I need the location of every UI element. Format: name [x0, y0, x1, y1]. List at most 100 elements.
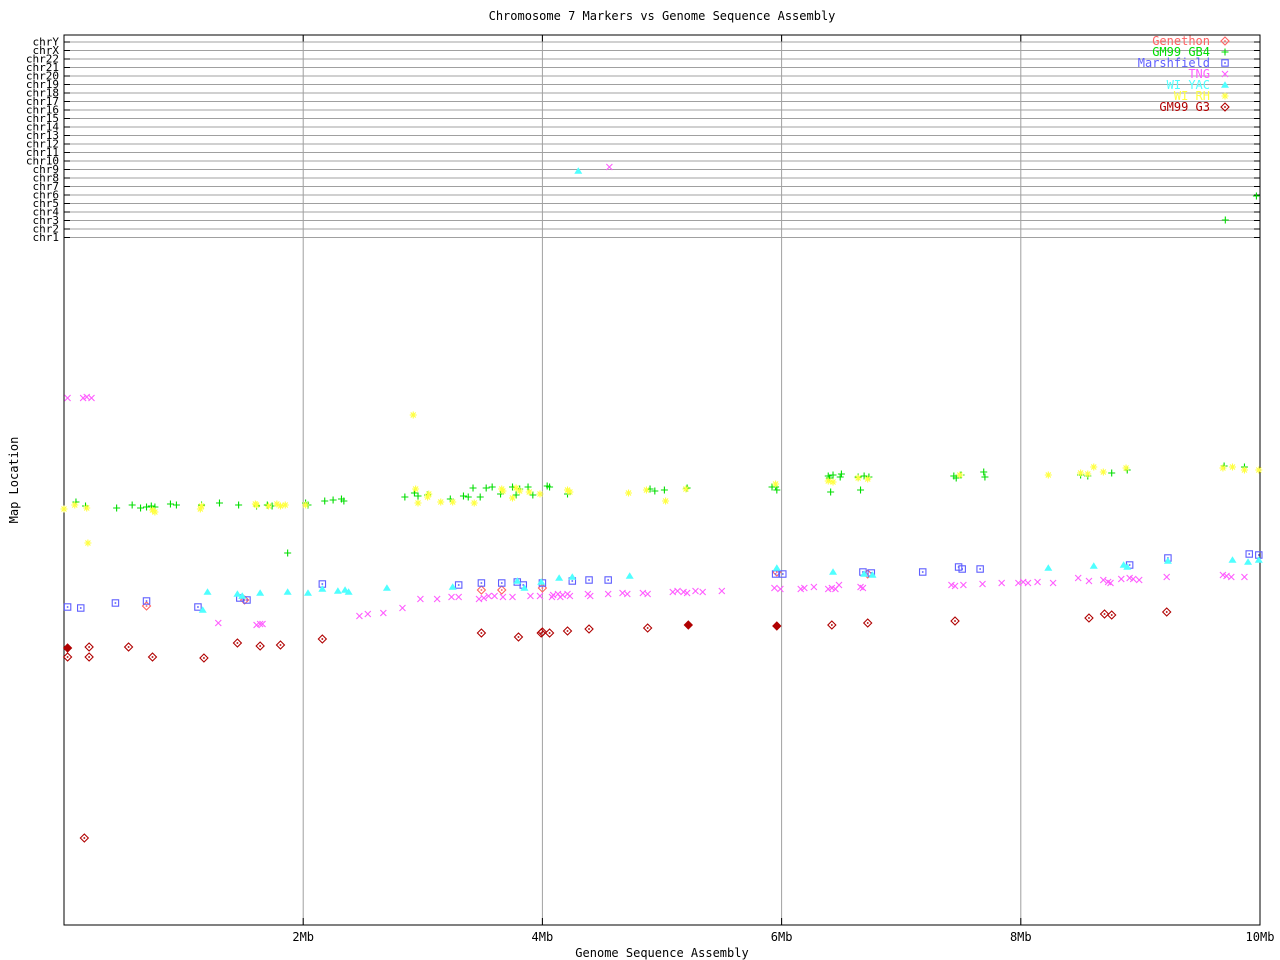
gm99-gb4-point — [172, 501, 180, 509]
wi-rh-point — [1219, 464, 1227, 472]
genethon-point — [496, 585, 507, 595]
wi-rh-point — [302, 501, 310, 509]
gm99-g3-point — [683, 620, 694, 630]
wi-yac-point — [303, 589, 312, 596]
gm99-g3-point — [275, 640, 286, 650]
wi-rh-point — [412, 485, 420, 493]
wi-rh-point — [84, 539, 92, 547]
wi-yac-point — [625, 572, 634, 579]
marshfield-point — [604, 576, 612, 584]
wi-rh-point — [437, 498, 445, 506]
tng-point — [491, 592, 498, 600]
marshfield-point — [918, 568, 927, 576]
plot-frame — [63, 34, 1261, 926]
wi-yac-point — [1044, 564, 1053, 571]
tng-point — [433, 595, 441, 603]
wi-rh-point — [854, 474, 862, 482]
tng-point — [548, 593, 556, 601]
genethon-point — [476, 585, 487, 595]
wi-rh-point — [198, 502, 206, 510]
gm99-g3-point — [232, 638, 243, 648]
gm99-gb4-point — [137, 504, 145, 512]
wi-yac-point — [520, 584, 529, 591]
tng-point — [364, 610, 372, 618]
wi-yac-point — [829, 568, 838, 575]
gm99-gb4-point — [524, 483, 532, 491]
chart-figure: 2Mb 4Mb 6Mb 8Mb 10Mb chrY chrX chr22 chr21 chr20 c… — [0, 0, 1280, 960]
wi-rh-point — [682, 485, 690, 493]
wi-rh-point — [151, 508, 159, 516]
tng-point — [699, 588, 707, 596]
wi-rh-point — [499, 487, 507, 495]
gm99-gb4-point — [482, 484, 490, 492]
tng-point — [448, 593, 455, 601]
y-axis-label: Map Location — [7, 436, 21, 524]
wi-rh-point — [772, 480, 780, 488]
wi-rh-point — [509, 494, 516, 502]
gm99-gb4-point — [1108, 469, 1116, 477]
tng-point — [604, 590, 612, 598]
tng-point — [1049, 579, 1057, 587]
wi-rh-point — [956, 471, 964, 479]
wi-yac-point — [203, 588, 212, 595]
gm99-g3-point — [84, 652, 94, 662]
gm99-g3-point — [62, 643, 73, 653]
wi-rh-point — [824, 477, 832, 485]
gm99-gb4-point — [660, 486, 668, 494]
tng-point — [835, 581, 843, 589]
marshfield-point — [111, 599, 120, 607]
wi-rh-point — [425, 490, 433, 498]
legend-marker-gm99-gb4 — [1221, 48, 1229, 56]
wi-rh-point — [1099, 468, 1107, 476]
wi-rh-point — [1228, 463, 1236, 471]
wi-rh-point — [864, 475, 872, 483]
tng-point — [998, 579, 1006, 587]
plot-area: 2Mb 4Mb 6Mb 8Mb 10MbchrYchrXchr22chr21chr20c… — [26, 34, 1275, 944]
wi-yac-point — [382, 584, 391, 591]
wi-rh-point — [829, 478, 837, 486]
gm99-gb4-point — [284, 549, 292, 557]
gm99-gb4-point — [1221, 216, 1229, 224]
gm99-g3-point — [584, 624, 594, 634]
gm99-g3-point — [123, 642, 134, 652]
tng-point — [1135, 576, 1143, 584]
gm99-gb4-point — [235, 501, 243, 509]
marshfield-point — [976, 565, 984, 573]
gm99-gb4-point — [113, 504, 121, 512]
marshfield-point — [454, 581, 463, 589]
chromosome-label: chr1 — [33, 231, 60, 244]
tng-point — [777, 585, 784, 593]
wi-rh-point — [1077, 469, 1085, 477]
wi-yac-point — [568, 573, 577, 580]
tng-point — [509, 593, 516, 601]
wi-rh-point — [662, 497, 670, 505]
gm99-g3-point — [772, 621, 782, 631]
tng-point — [692, 587, 699, 595]
tng-point — [586, 592, 594, 600]
gm99-gb4-point — [827, 488, 835, 496]
wi-rh-point — [253, 501, 261, 509]
x-tick-label: 4Mb — [532, 930, 554, 944]
x-tick-label: 2Mb — [292, 930, 314, 944]
wi-rh-point — [536, 490, 544, 498]
wi-rh-point — [625, 489, 633, 497]
tng-point — [356, 612, 363, 620]
marshfield-point — [76, 604, 85, 612]
wi-rh-point — [60, 505, 68, 513]
wi-yac-point — [256, 589, 265, 596]
gm99-g3-point — [255, 641, 265, 651]
gm99-g3-point — [1084, 613, 1094, 623]
marshfield-point — [585, 576, 593, 584]
marshfield-point — [1245, 550, 1253, 558]
marshfield-point — [142, 597, 151, 605]
wi-rh-point — [409, 411, 417, 419]
wi-rh-point — [83, 504, 91, 512]
wi-rh-point — [414, 499, 422, 507]
gm99-g3-point — [862, 618, 873, 628]
tng-point — [64, 394, 71, 402]
wi-rh-point — [71, 501, 79, 509]
x-tick-label: 6Mb — [771, 930, 793, 944]
gm99-g3-point — [1099, 609, 1110, 619]
gm99-gb4-point — [459, 492, 467, 500]
gm99-g3-point — [950, 616, 960, 626]
